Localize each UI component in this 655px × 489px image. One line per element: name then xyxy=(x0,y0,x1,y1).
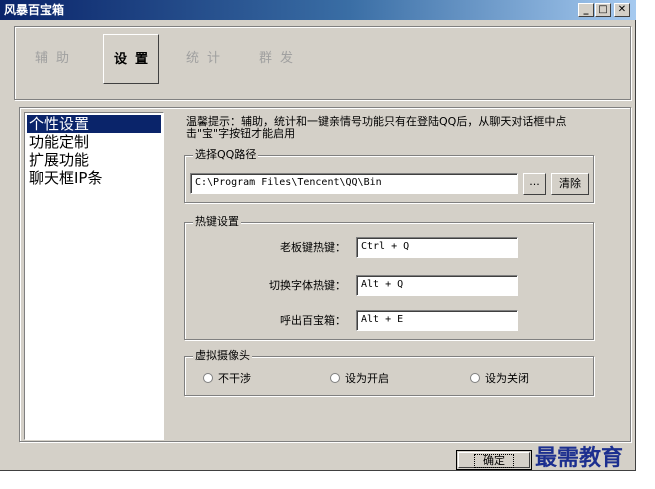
font-switch-key-input[interactable]: Alt + Q xyxy=(356,275,518,296)
clear-button[interactable]: 清除 xyxy=(551,173,589,195)
tab-statistics-label: 统计 xyxy=(185,51,228,66)
maximize-button[interactable]: □ xyxy=(595,3,611,17)
main-window: 风暴百宝箱 _ □ ✕ 辅助 设置 统计 群发 个性设置 功能定制 扩展功能 聊… xyxy=(0,0,636,471)
radio-circle-icon xyxy=(330,373,340,383)
ok-button-face: 确定 xyxy=(458,452,530,468)
browse-button[interactable]: ... xyxy=(523,173,546,195)
tab-assist-label: 辅助 xyxy=(34,51,77,66)
virtual-camera-legend: 虚拟摄像头 xyxy=(193,349,252,362)
minimize-button[interactable]: _ xyxy=(578,3,594,17)
tab-broadcast[interactable]: 群发 xyxy=(248,34,304,84)
tab-assist[interactable]: 辅助 xyxy=(24,34,80,84)
tab-statistics[interactable]: 统计 xyxy=(175,34,231,84)
list-item-feature-custom[interactable]: 功能定制 xyxy=(27,133,161,151)
radio-circle-icon xyxy=(203,373,213,383)
list-item-extensions[interactable]: 扩展功能 xyxy=(27,151,161,169)
font-switch-key-label: 切换字体热键： xyxy=(269,279,346,292)
boss-key-input[interactable]: Ctrl + Q xyxy=(356,237,518,258)
camera-radio-disable[interactable]: 设为关闭 xyxy=(470,372,529,386)
settings-category-list[interactable]: 个性设置 功能定制 扩展功能 聊天框IP条 xyxy=(24,112,164,440)
camera-option-enable: 设为开启 xyxy=(345,372,389,385)
title-bar[interactable]: 风暴百宝箱 _ □ ✕ xyxy=(0,0,636,20)
close-button[interactable]: ✕ xyxy=(614,3,630,17)
hotkey-legend: 热键设置 xyxy=(193,215,241,228)
tab-settings[interactable]: 设置 xyxy=(103,34,159,84)
tab-settings-label: 设置 xyxy=(113,52,156,67)
call-box-key-label: 呼出百宝箱： xyxy=(280,314,346,327)
qq-path-legend: 选择QQ路径 xyxy=(193,148,259,161)
camera-radio-no-interfere[interactable]: 不干涉 xyxy=(203,372,251,386)
camera-radio-enable[interactable]: 设为开启 xyxy=(330,372,389,386)
ok-button-label: 确定 xyxy=(474,454,514,468)
boss-key-label: 老板键热键： xyxy=(280,241,346,254)
watermark-text: 最需教育 xyxy=(535,445,624,471)
call-box-key-input[interactable]: Alt + E xyxy=(356,310,518,331)
ok-button[interactable]: 确定 xyxy=(456,450,532,470)
camera-option-disable: 设为关闭 xyxy=(485,372,529,385)
list-item-personal-settings[interactable]: 个性设置 xyxy=(27,115,161,133)
list-item-chat-ip-bar[interactable]: 聊天框IP条 xyxy=(27,169,161,187)
radio-circle-icon xyxy=(470,373,480,383)
qq-path-input[interactable]: C:\Program Files\Tencent\QQ\Bin xyxy=(190,173,518,194)
camera-option-no-interfere: 不干涉 xyxy=(218,372,251,385)
window-title: 风暴百宝箱 xyxy=(4,3,65,17)
tab-broadcast-label: 群发 xyxy=(258,51,301,66)
tip-text: 温馨提示：辅助，统计和一键亲情号功能只有在登陆QQ后，从聊天对话框中点击"宝"字… xyxy=(186,115,567,140)
